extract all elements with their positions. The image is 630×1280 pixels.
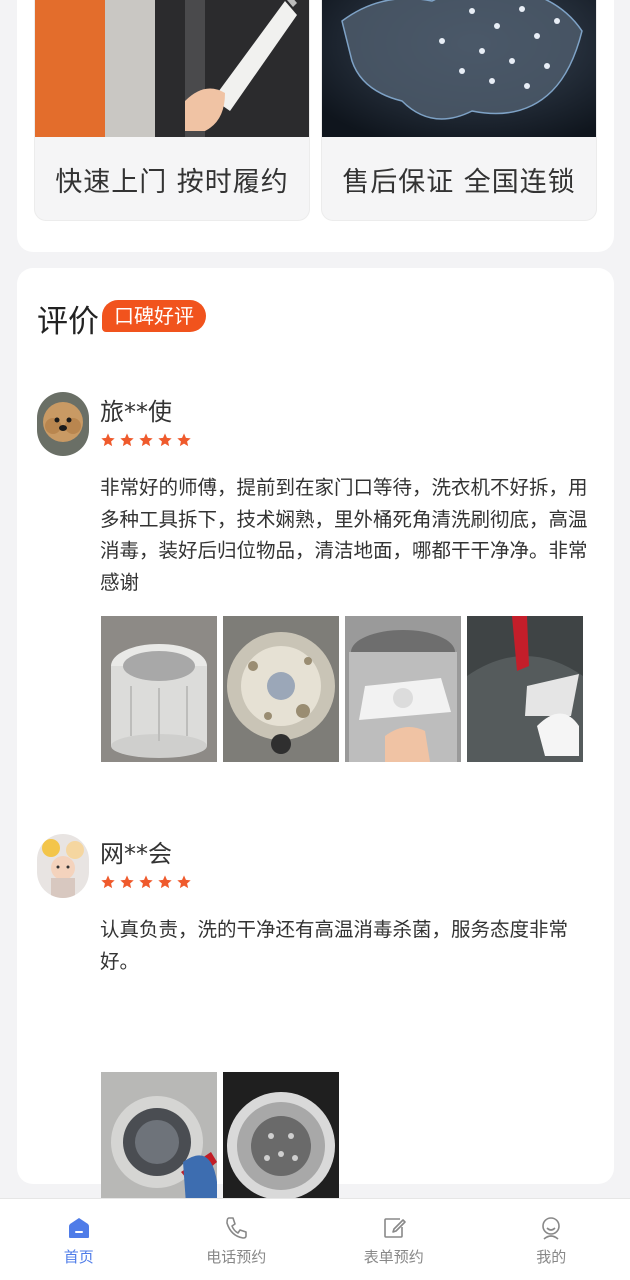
pulsator-cleaning-photo[interactable] — [345, 616, 461, 762]
star-icon — [120, 875, 134, 889]
review-text: 认真负责，洗的干净还有高温消毒杀菌，服务态度非常好。 — [100, 918, 569, 973]
reviews-card: 评价 口碑好评 旅**使 非常好的师傅，提前到在家门口等待，洗衣机不好拆，用多种… — [17, 268, 614, 1218]
features-card: 快速上门 按时履约 售后保证 全国连锁 — [17, 0, 614, 252]
star-icon — [158, 875, 172, 889]
tab-home[interactable]: 首页 — [0, 1199, 158, 1280]
star-icon — [101, 433, 115, 447]
form-edit-icon — [383, 1218, 406, 1238]
tab-label: 首页 — [63, 1248, 94, 1266]
tab-label: 电话预约 — [206, 1248, 267, 1266]
star-icon — [158, 433, 172, 447]
phone-icon — [226, 1217, 248, 1239]
china-network-map-photo — [322, 0, 596, 137]
feature-caption: 售后保证 全国连锁 — [342, 167, 576, 198]
star-icon — [139, 433, 153, 447]
tab-profile[interactable]: 我的 — [473, 1199, 630, 1280]
section-title: 评价 — [37, 304, 99, 340]
star-icon — [120, 433, 134, 447]
bottom-tab-bar: 首页 电话预约 表单预约 我的 — [0, 1198, 630, 1280]
tab-phone-booking[interactable]: 电话预约 — [158, 1199, 316, 1280]
reputation-badge: 口碑好评 — [102, 300, 206, 332]
balloon-child-avatar — [37, 834, 89, 898]
technician-clipboard-photo — [35, 0, 309, 137]
puppy-avatar — [37, 392, 89, 456]
review-photos — [101, 1072, 339, 1218]
review-photos — [101, 616, 583, 762]
review-text: 非常好的师傅，提前到在家门口等待，洗衣机不好拆，用多种工具拆下，技术娴熟，里外桶… — [100, 476, 588, 594]
star-icon — [177, 433, 191, 447]
inner-tub-scrubbing-photo[interactable] — [467, 616, 583, 762]
tab-label: 表单预约 — [363, 1248, 424, 1266]
reviewer-name: 旅**使 — [100, 398, 172, 426]
star-icon — [139, 875, 153, 889]
washer-drum-removed-photo[interactable] — [101, 616, 217, 762]
tab-label: 我的 — [536, 1248, 567, 1266]
feature-card-after-sales[interactable]: 售后保证 全国连锁 — [321, 0, 597, 221]
feature-caption: 快速上门 按时履约 — [55, 167, 289, 198]
tab-form-booking[interactable]: 表单预约 — [315, 1199, 473, 1280]
star-icon — [177, 875, 191, 889]
profile-icon — [542, 1217, 561, 1240]
feature-card-fast-service[interactable]: 快速上门 按时履约 — [34, 0, 310, 221]
star-rating — [100, 874, 192, 890]
front-loader-drum-photo[interactable] — [223, 1072, 339, 1218]
home-icon — [68, 1218, 89, 1238]
front-loader-steam-photo[interactable] — [101, 1072, 217, 1218]
dirty-drum-bottom-photo[interactable] — [223, 616, 339, 762]
star-rating — [100, 432, 192, 448]
star-icon — [101, 875, 115, 889]
reviewer-name: 网**会 — [100, 840, 172, 868]
